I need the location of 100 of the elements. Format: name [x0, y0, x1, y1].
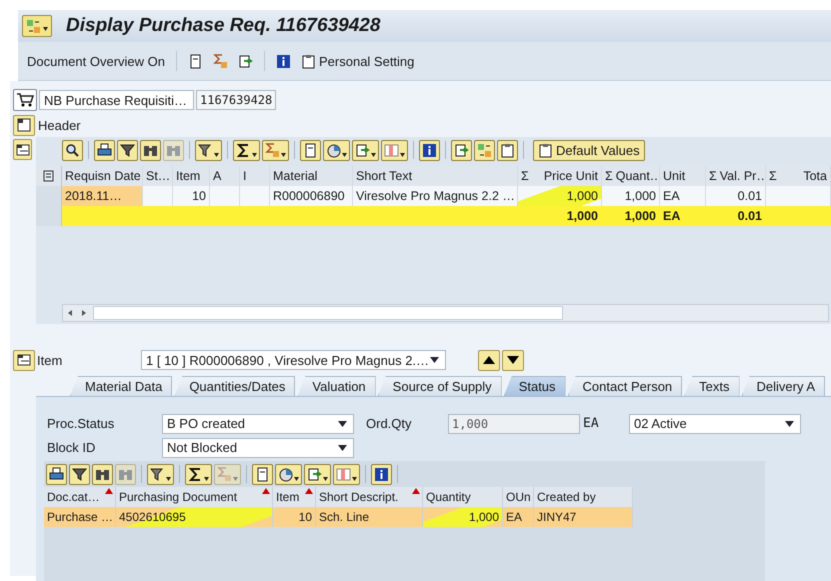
toolbar-button[interactable]: [69, 464, 90, 484]
tab[interactable]: Status: [504, 376, 566, 396]
subtotal-icon: [265, 142, 280, 158]
info-icon: [374, 466, 389, 482]
toolbar-button[interactable]: [195, 140, 222, 160]
proc-status-dropdown[interactable]: B PO created: [162, 414, 354, 434]
default-values-button[interactable]: Default Values: [533, 140, 645, 160]
layout-icon: [17, 353, 31, 367]
column-header[interactable]: Item: [273, 487, 316, 507]
tab[interactable]: Delivery A: [742, 376, 826, 396]
table-cell: Purchase …: [44, 507, 116, 527]
toolbar-button[interactable]: [323, 140, 350, 160]
export-icon: [355, 142, 370, 158]
toolbar-button[interactable]: [147, 464, 174, 484]
item-label: Item: [37, 352, 64, 368]
tab[interactable]: Source of Supply: [378, 376, 502, 396]
table-cell: 2018.11…: [62, 186, 143, 206]
total-cell: 1,000: [518, 206, 602, 226]
toolbar-button[interactable]: [62, 140, 83, 160]
chart-icon: [278, 466, 293, 482]
dropdown-icon: [400, 152, 405, 156]
header-toggle-button[interactable]: [13, 114, 35, 136]
column-label: Created by: [537, 490, 596, 504]
column-label: Price Unit: [544, 169, 598, 183]
sum-mark: Σ: [521, 169, 529, 183]
toolbar-button[interactable]: [451, 140, 472, 160]
document-type-dropdown[interactable]: NB Purchase Requisiti…: [39, 90, 194, 110]
dropdown-icon: [281, 152, 286, 156]
sum-mark: Σ: [605, 169, 613, 183]
toolbar-button[interactable]: [46, 464, 67, 484]
dropdown-icon: [338, 444, 347, 450]
table-cell: Sch. Line: [316, 507, 423, 527]
column-header[interactable]: Created by: [534, 487, 633, 507]
toolbar-button[interactable]: [92, 464, 113, 484]
toolbar-button[interactable]: [275, 464, 302, 484]
column-label: Short Text: [356, 169, 412, 183]
toolbar-button[interactable]: [185, 464, 212, 484]
table-cell: 0.01: [706, 186, 766, 206]
column-header[interactable]: Purchasing Document: [116, 487, 273, 507]
status-dropdown[interactable]: 02 Active: [629, 414, 801, 434]
table-cell: Viresolve Pro Magnus 2.2 …: [353, 186, 518, 206]
previous-item-button[interactable]: [478, 350, 500, 370]
cart-icon: [16, 93, 34, 107]
dropdown-icon: [338, 420, 347, 426]
layout-icon: [16, 142, 30, 156]
filter-icon: [72, 466, 87, 482]
toolbar-button[interactable]: [117, 140, 138, 160]
toolbar-button[interactable]: [94, 140, 115, 160]
scroll-bar[interactable]: [62, 304, 829, 322]
dropdown-icon: [785, 420, 794, 426]
down-arrow-icon: [507, 356, 519, 364]
column-header[interactable]: Quantity: [423, 487, 503, 507]
swap-icon: [477, 142, 492, 158]
column-header[interactable]: Short Descript.: [316, 487, 423, 507]
block-id-dropdown[interactable]: Not Blocked: [162, 438, 354, 458]
tab[interactable]: Contact Person: [568, 376, 682, 396]
toolbar-button[interactable]: [304, 464, 331, 484]
export-icon: [307, 466, 322, 482]
menu-button[interactable]: [22, 15, 52, 37]
swap-icon: [26, 18, 41, 34]
column-label: Item: [276, 490, 300, 504]
column-label: Purchasing Document: [119, 490, 238, 504]
funnel-icon: [150, 466, 165, 482]
total-cell: 1,000: [602, 206, 660, 226]
dropdown-icon: [294, 476, 299, 480]
dropdown-icon: [352, 476, 357, 480]
column-header[interactable]: A: [210, 166, 240, 186]
personal-setting-button[interactable]: Personal Setting: [298, 52, 418, 70]
document-number-field[interactable]: 1167639428: [196, 90, 276, 110]
field-label: Ord.Qty: [365, 416, 413, 431]
total-cell: EA: [660, 206, 706, 226]
toolbar-button[interactable]: [419, 140, 440, 160]
column-label: Quantity: [426, 490, 471, 504]
item-dropdown[interactable]: 1 [ 10 ] R000006890 , Viresolve Pro Magnus 2.…: [141, 350, 446, 370]
next-item-button[interactable]: [502, 350, 524, 370]
printer-icon: [97, 142, 112, 158]
tab[interactable]: Valuation: [297, 376, 376, 396]
tab[interactable]: Texts: [684, 376, 740, 396]
item-toggle-button[interactable]: [13, 350, 35, 370]
column-header[interactable]: Doc.cat…: [44, 487, 116, 507]
toolbar-button[interactable]: [140, 140, 161, 160]
overview-button[interactable]: Document Overview On: [24, 52, 168, 70]
toolbar-button[interactable]: [497, 140, 518, 160]
info-icon: [422, 142, 437, 158]
cart-button[interactable]: [13, 89, 37, 111]
column-label: Val. Pr…: [720, 169, 765, 183]
column-label: I: [243, 169, 246, 183]
tab[interactable]: Quantities/Dates: [174, 376, 296, 396]
toolbar-button[interactable]: [233, 140, 260, 160]
toolbar-button[interactable]: [300, 140, 321, 160]
dropdown-icon: [214, 152, 219, 156]
order-quantity-field[interactable]: 1,000: [448, 414, 580, 434]
subtotal-icon: [213, 54, 228, 68]
column-label: Short Descript.: [319, 490, 398, 504]
toolbar-button[interactable]: [371, 464, 392, 484]
dropdown-icon: [371, 152, 376, 156]
toolbar-button[interactable]: [252, 464, 273, 484]
tab[interactable]: Material Data: [70, 376, 172, 396]
layout-toggle-button[interactable]: [13, 139, 32, 160]
toolbar-button[interactable]: [352, 140, 379, 160]
